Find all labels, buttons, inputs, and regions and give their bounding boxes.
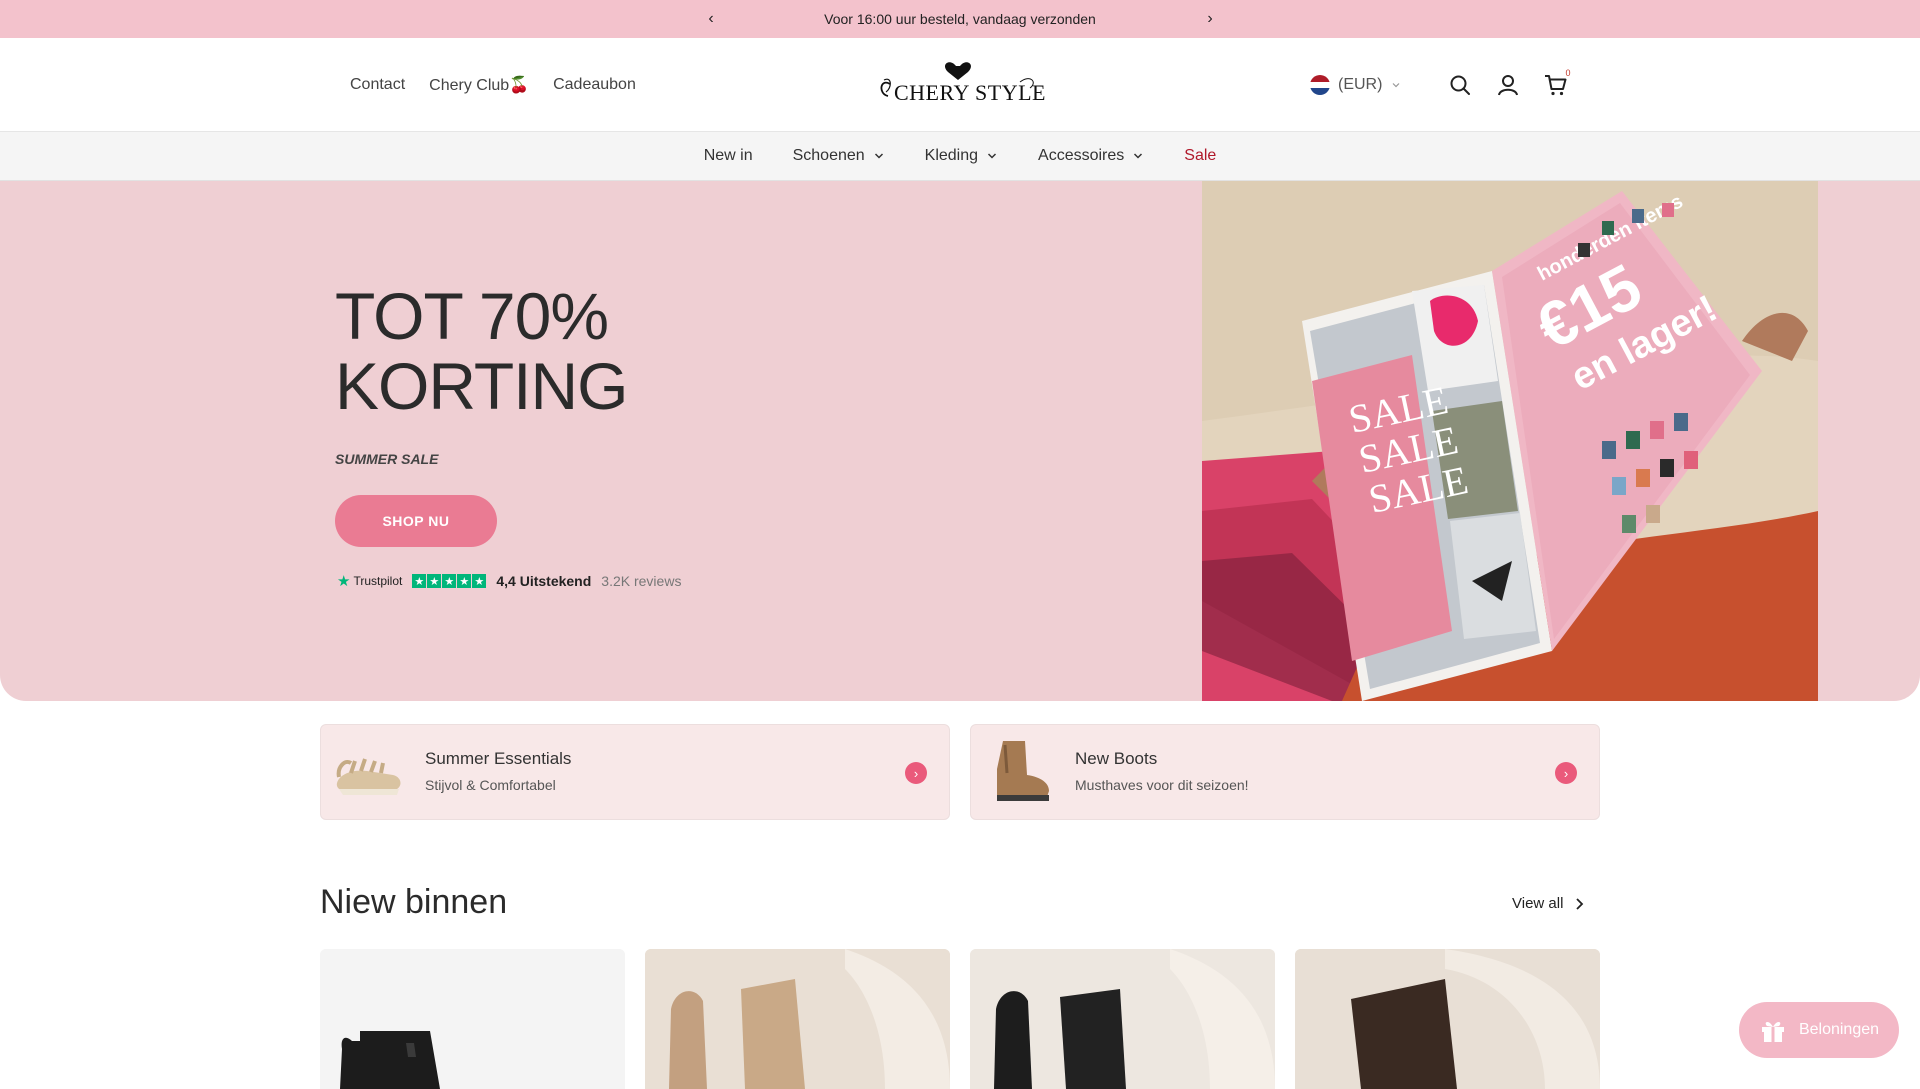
- review-count: 3.2K reviews: [601, 573, 682, 589]
- hero-image[interactable]: SALE SALE SALE honderden items €15 en la…: [1202, 181, 1818, 701]
- trustpilot-logo: ★ Trustpilot: [337, 572, 402, 590]
- nav-item-label: Kleding: [924, 147, 979, 164]
- site-header: Contact Chery Club🍒 Cadeaubon CHERY STYL…: [0, 38, 1920, 132]
- promo-card-summer-essentials[interactable]: Summer Essentials Stijvol & Comfortabel …: [320, 724, 950, 820]
- product-card[interactable]: [320, 949, 625, 1089]
- hero-headline-line2: KORTING: [335, 349, 628, 423]
- hero-subtitle: SUMMER SALE: [335, 451, 439, 467]
- shop-now-button[interactable]: SHOP NU: [335, 495, 497, 547]
- contact-link[interactable]: Contact: [350, 76, 405, 94]
- promo-title: Summer Essentials: [425, 749, 572, 768]
- chevron-right-icon[interactable]: ›: [1555, 762, 1577, 784]
- product-card[interactable]: [645, 949, 950, 1089]
- site-logo[interactable]: CHERY STYLE: [870, 58, 1050, 112]
- main-nav: New in Schoenen Kleding Accessoires Sale: [0, 132, 1920, 181]
- nav-item-schoenen[interactable]: Schoenen: [793, 147, 885, 165]
- nav-item-label: New in: [703, 147, 753, 164]
- nav-item-sale[interactable]: Sale: [1184, 147, 1216, 165]
- announcement-bar: ‹ Voor 16:00 uur besteld, vandaag verzon…: [0, 0, 1920, 38]
- gift-icon: [1761, 1021, 1784, 1042]
- cart-count-badge: 0: [1562, 67, 1574, 79]
- nav-item-kleding[interactable]: Kleding: [925, 147, 998, 165]
- announcement-next-button[interactable]: ›: [1195, 0, 1225, 38]
- view-all-label: View all: [1512, 895, 1564, 912]
- announcement-prev-button[interactable]: ‹: [696, 0, 726, 38]
- product-card[interactable]: [1295, 949, 1600, 1089]
- account-icon[interactable]: [1496, 73, 1520, 97]
- chevron-right-icon: [1576, 897, 1584, 910]
- netherlands-flag-icon: [1310, 75, 1330, 95]
- trustpilot-brand: Trustpilot: [353, 574, 403, 588]
- chery-club-link[interactable]: Chery Club🍒: [429, 75, 529, 95]
- chevron-down-icon: [988, 153, 997, 159]
- promo-description: Musthaves voor dit seizoen!: [1075, 777, 1249, 793]
- trustpilot-widget[interactable]: ★ Trustpilot ★ ★ ★ ★ ★ 4,4 Uitstekend 3.2K r…: [337, 572, 681, 590]
- trustpilot-star-icon: ★: [337, 573, 351, 590]
- announcement-text: Voor 16:00 uur besteld, vandaag verzonde…: [824, 11, 1096, 27]
- header-links: Contact Chery Club🍒 Cadeaubon: [350, 38, 636, 132]
- sandal-image: [333, 739, 405, 805]
- promo-card-new-boots[interactable]: New Boots Musthaves voor dit seizoen! ›: [970, 724, 1600, 820]
- hero-headline: TOT 70% KORTING: [335, 279, 628, 423]
- chevron-down-icon: [874, 153, 883, 159]
- view-all-link[interactable]: View all: [1512, 895, 1585, 912]
- rewards-label: Beloningen: [1798, 1021, 1880, 1038]
- nav-item-accessoires[interactable]: Accessoires: [1038, 147, 1144, 165]
- nav-item-label: Schoenen: [792, 147, 865, 164]
- chevron-down-icon: [1134, 153, 1143, 159]
- section-title-new: Niew binnen: [320, 883, 508, 921]
- promo-title: New Boots: [1075, 749, 1158, 768]
- nav-item-new-in[interactable]: New in: [704, 147, 753, 165]
- hero-banner: TOT 70% KORTING SUMMER SALE SHOP NU ★ Tr…: [0, 181, 1920, 701]
- product-card[interactable]: [970, 949, 1275, 1089]
- rating-score: 4,4 Uitstekend: [496, 573, 592, 589]
- currency-label: (EUR): [1338, 76, 1383, 93]
- search-icon[interactable]: [1448, 73, 1472, 97]
- hero-headline-line1: TOT 70%: [335, 279, 609, 353]
- gift-card-link[interactable]: Cadeaubon: [553, 76, 636, 94]
- rewards-button[interactable]: Beloningen: [1739, 1002, 1899, 1058]
- rating-stars: ★ ★ ★ ★ ★: [412, 574, 487, 588]
- boot-image: [983, 739, 1055, 805]
- nav-item-label: Sale: [1184, 147, 1217, 164]
- cart-icon[interactable]: 0: [1544, 67, 1574, 97]
- nav-item-label: Accessoires: [1038, 147, 1125, 164]
- header-icons: 0: [1448, 38, 1574, 132]
- chevron-down-icon: [1393, 83, 1400, 88]
- svg-text:CHERY STYLE: CHERY STYLE: [894, 80, 1046, 105]
- promo-description: Stijvol & Comfortabel: [425, 777, 556, 793]
- currency-selector[interactable]: (EUR): [1310, 38, 1402, 132]
- chevron-right-icon[interactable]: ›: [905, 762, 927, 784]
